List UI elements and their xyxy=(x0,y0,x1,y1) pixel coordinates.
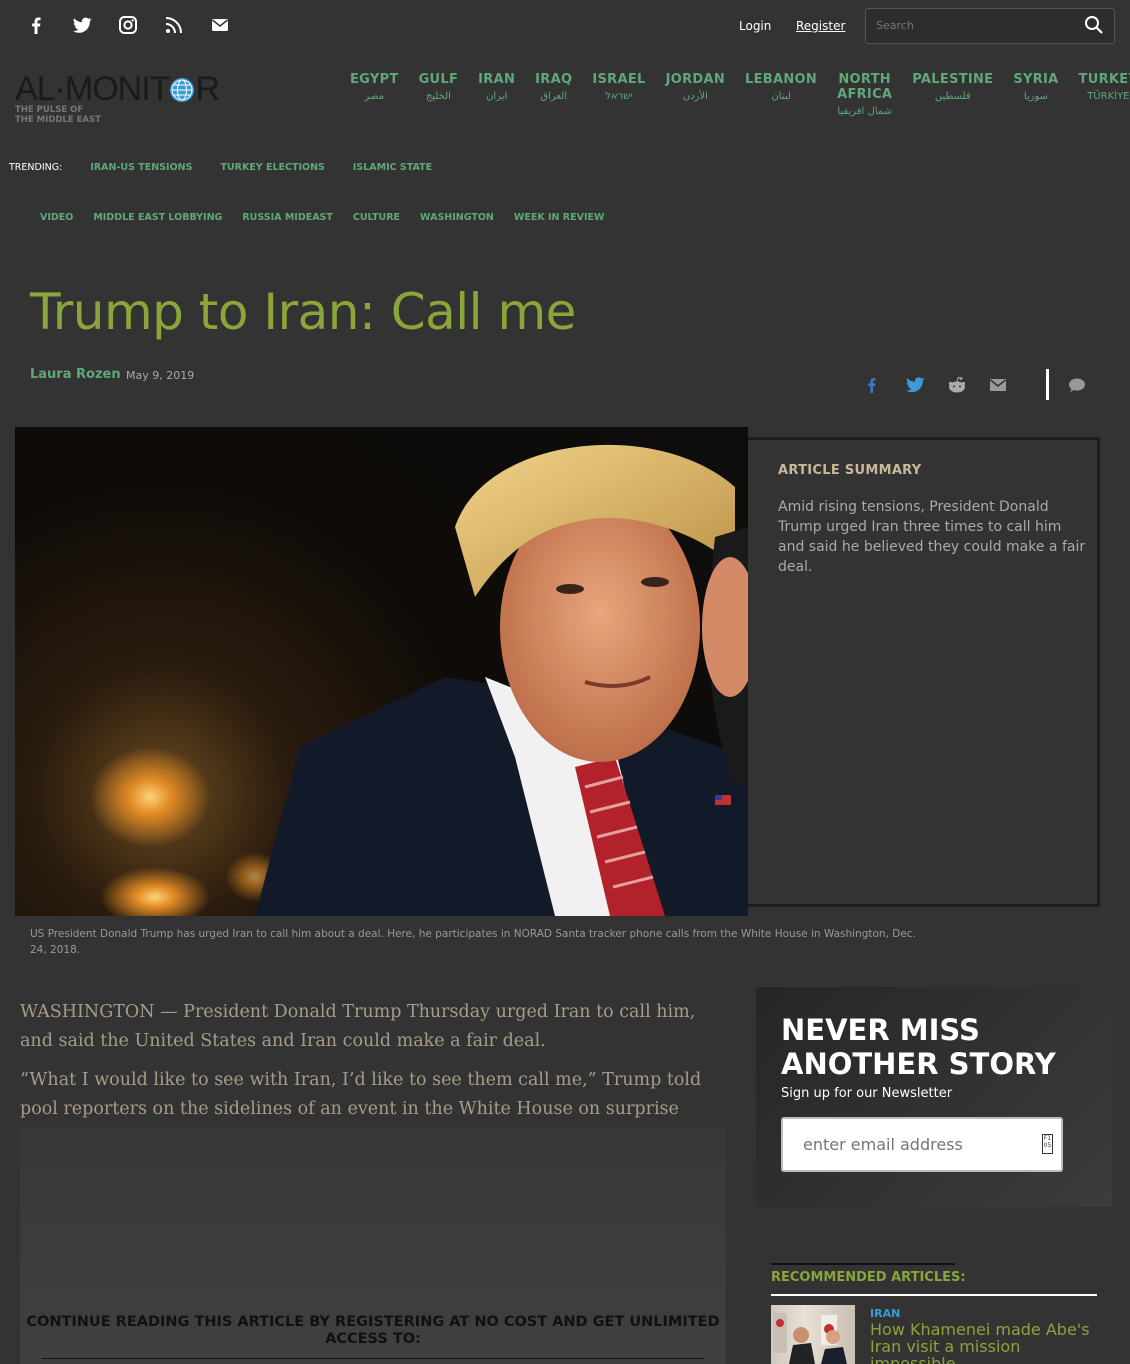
email-icon[interactable] xyxy=(208,14,232,36)
logo-wordmark: AL·MONIT R xyxy=(15,70,220,108)
comment-icon[interactable] xyxy=(1068,378,1086,393)
image-caption: US President Donald Trump has urged Iran… xyxy=(30,928,916,956)
share-reddit-icon[interactable] xyxy=(946,376,966,394)
site-logo[interactable]: AL·MONIT R THE PULSE OF THE MIDDLE EAST xyxy=(15,70,235,125)
region-label-native: مصر xyxy=(364,91,385,102)
region-nav-item[interactable]: IRAN ایران xyxy=(478,72,515,117)
region-label-native: العراق xyxy=(540,91,568,102)
region-nav-item[interactable]: GULF الخليج xyxy=(419,72,459,117)
share-divider xyxy=(1046,369,1049,400)
region-label: JORDAN xyxy=(665,72,726,87)
region-label-native: الأردن xyxy=(682,91,708,102)
region-label: PALESTINE xyxy=(912,72,994,87)
section-nav: VIDEO MIDDLE EAST LOBBYING RUSSIA MIDEAS… xyxy=(40,212,604,223)
trending-label: TRENDING: xyxy=(9,162,63,173)
region-nav-item[interactable]: LEBANON لبنان xyxy=(745,72,817,117)
search-icon[interactable] xyxy=(1084,15,1103,34)
region-label-native: فلسطين xyxy=(934,91,971,102)
trending-item[interactable]: ISLAMIC STATE xyxy=(353,162,432,173)
region-nav-item[interactable]: NORTH AFRICA شمال افريقيا xyxy=(837,72,892,117)
region-label-native: شمال افريقيا xyxy=(837,106,892,117)
region-nav-item[interactable]: JORDAN الأردن xyxy=(666,72,725,117)
region-label: LEBANON xyxy=(745,72,818,87)
region-label-native: سوريا xyxy=(1023,91,1049,102)
region-label: ISRAEL xyxy=(592,72,646,87)
section-nav-item[interactable]: VIDEO xyxy=(40,212,73,223)
region-label: SYRIA xyxy=(1013,72,1059,87)
recommended-headline[interactable]: How Khamenei made Abe's Iran visit a mis… xyxy=(870,1321,1110,1364)
article-title: Trump to Iran: Call me xyxy=(30,283,576,341)
article-date: May 9, 2019 xyxy=(126,369,195,382)
region-label-native: لبنان xyxy=(771,91,791,102)
share-twitter-icon[interactable] xyxy=(904,376,925,394)
section-nav-item[interactable]: RUSSIA MIDEAST xyxy=(242,212,333,223)
newsletter-subtitle: Sign up for our Newsletter xyxy=(781,1086,953,1101)
facebook-icon[interactable] xyxy=(24,14,48,36)
recommended-thumbnail[interactable] xyxy=(771,1305,855,1364)
region-label: GULF xyxy=(418,72,459,87)
region-label-native: ایران xyxy=(486,91,508,102)
region-label: IRAQ xyxy=(535,72,573,87)
section-nav-item[interactable]: CULTURE xyxy=(353,212,400,223)
recommended-title: RECOMMENDED ARTICLES: xyxy=(771,1270,966,1285)
trending-item[interactable]: TURKEY ELECTIONS xyxy=(220,162,324,173)
search-input[interactable] xyxy=(866,9,1066,42)
summary-title: ARTICLE SUMMARY xyxy=(778,463,922,478)
region-label: TURKEY xyxy=(1078,72,1130,87)
section-nav-item[interactable]: WEEK IN REVIEW xyxy=(514,212,605,223)
instagram-icon[interactable] xyxy=(116,14,140,36)
regions-nav: EGYPT مصر GULF الخليج IRAN ایران IRAQ العراق ISR… xyxy=(340,72,1130,117)
region-nav-item[interactable]: TURKEY TÜRKİYE xyxy=(1079,72,1130,117)
newsletter-title: NEVER MISS ANOTHER STORY xyxy=(781,1013,1056,1081)
region-label: NORTH AFRICA xyxy=(837,72,893,102)
region-nav-item[interactable]: IRAQ العراق xyxy=(535,72,572,117)
region-nav-item[interactable]: SYRIA سوريا xyxy=(1013,72,1058,117)
section-nav-item[interactable]: WASHINGTON xyxy=(420,212,494,223)
region-nav-item[interactable]: PALESTINE فلسطين xyxy=(912,72,993,117)
paywall-divider xyxy=(42,1358,704,1359)
article-paragraph: WASHINGTON — President Donald Trump Thur… xyxy=(20,1002,696,1051)
region-label-native: TÜRKİYE xyxy=(1087,91,1130,102)
top-bar: Login Register xyxy=(0,0,1130,55)
recommended-divider xyxy=(771,1294,1097,1296)
hero-image xyxy=(15,427,748,916)
globe-icon xyxy=(170,78,195,102)
region-label-native: الخليج xyxy=(425,91,451,102)
newsletter-field: F1 05 xyxy=(781,1117,1063,1172)
register-link[interactable]: Register xyxy=(796,19,845,33)
share-facebook-icon[interactable] xyxy=(862,376,882,394)
newsletter-email-input[interactable] xyxy=(783,1119,1023,1170)
share-bar xyxy=(862,376,1008,394)
rss-icon[interactable] xyxy=(162,14,186,36)
recommended-accent-bar xyxy=(771,1263,955,1265)
region-nav-item[interactable]: EGYPT مصر xyxy=(350,72,399,117)
logo-tagline: THE PULSE OF THE MIDDLE EAST xyxy=(15,105,101,125)
twitter-icon[interactable] xyxy=(70,14,94,36)
trending-bar: TRENDING: IRAN-US TENSIONS TURKEY ELECTI… xyxy=(9,162,432,173)
paywall-message: CONTINUE READING THIS ARTICLE BY REGISTE… xyxy=(26,1314,720,1347)
newsletter-box: NEVER MISS ANOTHER STORY Sign up for our… xyxy=(756,987,1112,1207)
section-nav-item[interactable]: MIDDLE EAST LOBBYING xyxy=(93,212,222,223)
trending-item[interactable]: IRAN-US TENSIONS xyxy=(90,162,192,173)
region-label: IRAN xyxy=(478,72,516,87)
social-links xyxy=(24,14,232,36)
login-link[interactable]: Login xyxy=(739,19,771,33)
region-label-native: ישראל xyxy=(605,91,633,102)
share-email-icon[interactable] xyxy=(988,376,1008,394)
summary-text: Amid rising tensions, President Donald T… xyxy=(778,499,1086,575)
paywall-overlay: CONTINUE READING THIS ARTICLE BY REGISTE… xyxy=(20,1128,726,1364)
region-nav-item[interactable]: ISRAEL ישראל xyxy=(592,72,645,117)
region-label: EGYPT xyxy=(350,72,399,87)
recommended-category[interactable]: IRAN xyxy=(870,1307,900,1320)
article-author[interactable]: Laura Rozen xyxy=(30,367,121,382)
newsletter-submit-button[interactable]: F1 05 xyxy=(1042,1134,1053,1154)
search-box xyxy=(865,8,1115,44)
